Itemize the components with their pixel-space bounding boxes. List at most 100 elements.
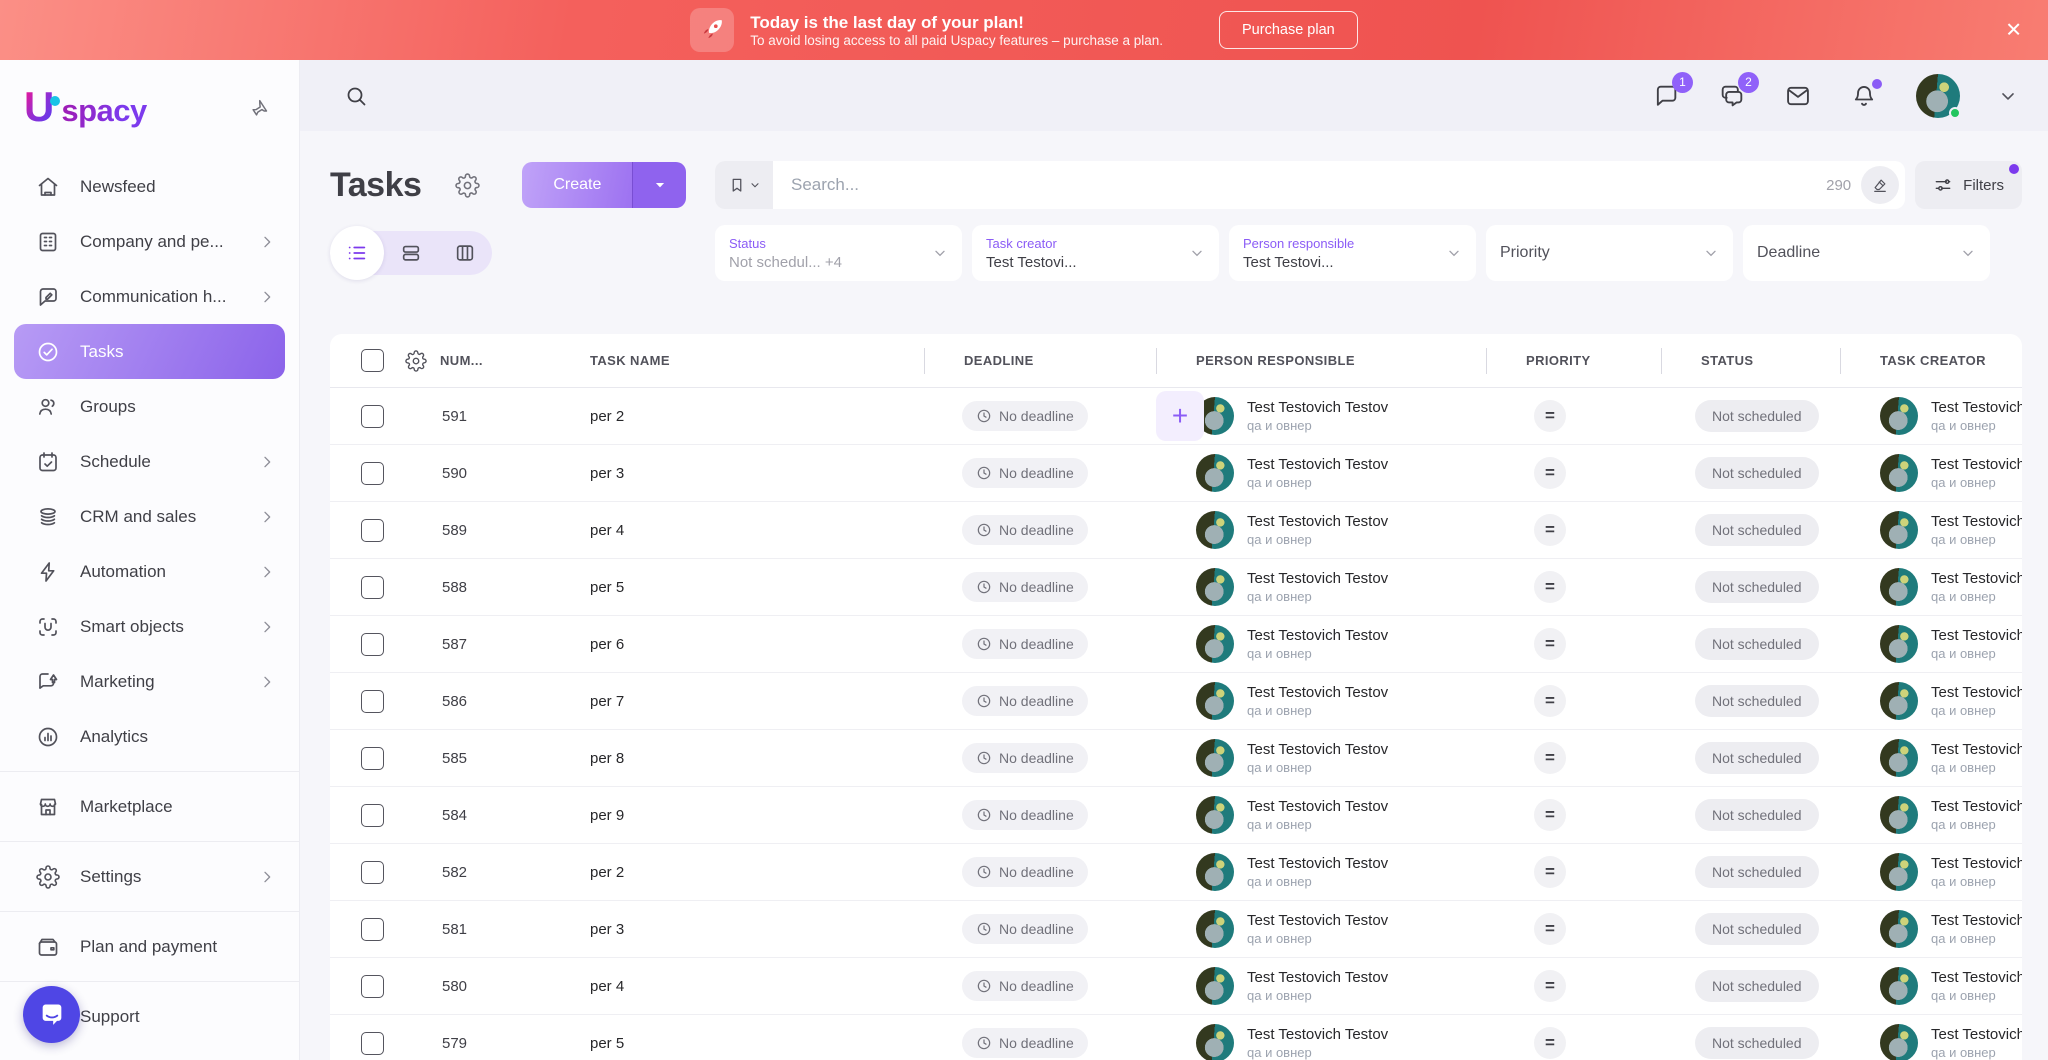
row-checkbox[interactable] xyxy=(361,519,384,542)
status-badge[interactable]: Not scheduled xyxy=(1695,856,1819,888)
table-row[interactable]: 581 per 3 No deadline Test Testovich Tes… xyxy=(330,901,2022,958)
sidebar-item-groups[interactable]: Groups xyxy=(14,379,285,434)
uspacy-logo[interactable]: U spacy xyxy=(24,86,147,129)
filter-chip-deadline[interactable]: Deadline xyxy=(1743,225,1990,281)
task-name[interactable]: per 2 xyxy=(568,864,924,881)
priority-equal-icon[interactable]: = xyxy=(1534,799,1566,831)
task-name[interactable]: per 9 xyxy=(568,807,924,824)
chat-icon[interactable]: 1 xyxy=(1652,82,1680,110)
status-badge[interactable]: Not scheduled xyxy=(1695,913,1819,945)
column-header-status[interactable]: STATUS xyxy=(1661,334,1840,387)
create-button-label[interactable]: Create xyxy=(522,162,632,208)
row-checkbox[interactable] xyxy=(361,918,384,941)
deadline-pill[interactable]: No deadline xyxy=(962,572,1088,602)
person-responsible-cell[interactable]: Test Testovich Testov qa и овнер xyxy=(1156,739,1486,777)
sidebar-item-crm[interactable]: CRM and sales xyxy=(14,489,285,544)
person-responsible-cell[interactable]: Test Testovich Testov qa и овнер xyxy=(1156,682,1486,720)
sidebar-item-tasks[interactable]: Tasks xyxy=(14,324,285,379)
priority-equal-icon[interactable]: = xyxy=(1534,856,1566,888)
search-icon[interactable] xyxy=(344,84,368,108)
person-responsible-cell[interactable]: Test Testovich Testov qa и овнер xyxy=(1156,397,1486,435)
quick-add-button[interactable]: + xyxy=(1156,391,1204,441)
status-badge[interactable]: Not scheduled xyxy=(1695,514,1819,546)
status-badge[interactable]: Not scheduled xyxy=(1695,628,1819,660)
status-badge[interactable]: Not scheduled xyxy=(1695,970,1819,1002)
column-header-num[interactable]: NUM... xyxy=(440,334,568,387)
table-row[interactable]: 580 per 4 No deadline Test Testovich Tes… xyxy=(330,958,2022,1015)
priority-equal-icon[interactable]: = xyxy=(1534,970,1566,1002)
sidebar-item-newsfeed[interactable]: Newsfeed xyxy=(14,159,285,214)
priority-equal-icon[interactable]: = xyxy=(1534,514,1566,546)
row-checkbox[interactable] xyxy=(361,633,384,656)
support-chat-widget[interactable] xyxy=(23,986,80,1043)
view-list-button[interactable] xyxy=(330,226,384,280)
avatar[interactable] xyxy=(1916,74,1960,118)
status-badge[interactable]: Not scheduled xyxy=(1695,742,1819,774)
person-responsible-cell[interactable]: Test Testovich Testov qa и овнер xyxy=(1156,796,1486,834)
status-badge[interactable]: Not scheduled xyxy=(1695,1027,1819,1059)
task-name[interactable]: per 3 xyxy=(568,921,924,938)
deadline-pill[interactable]: No deadline xyxy=(962,914,1088,944)
task-name[interactable]: per 4 xyxy=(568,522,924,539)
priority-equal-icon[interactable]: = xyxy=(1534,685,1566,717)
pin-sidebar-icon[interactable] xyxy=(250,97,271,118)
task-name[interactable]: per 2 xyxy=(568,408,924,425)
sidebar-item-analytics[interactable]: Analytics xyxy=(14,709,285,764)
deadline-pill[interactable]: No deadline xyxy=(962,971,1088,1001)
priority-equal-icon[interactable]: = xyxy=(1534,628,1566,660)
table-row[interactable]: 589 per 4 No deadline Test Testovich Tes… xyxy=(330,502,2022,559)
notifications-bell-icon[interactable] xyxy=(1850,82,1878,110)
task-name[interactable]: per 8 xyxy=(568,750,924,767)
sidebar-item-marketplace[interactable]: Marketplace xyxy=(14,779,285,834)
table-row[interactable]: 587 per 6 No deadline Test Testovich Tes… xyxy=(330,616,2022,673)
filters-button[interactable]: Filters xyxy=(1915,161,2022,209)
row-checkbox[interactable] xyxy=(361,576,384,599)
status-badge[interactable]: Not scheduled xyxy=(1695,571,1819,603)
table-row[interactable]: 586 per 7 No deadline Test Testovich Tes… xyxy=(330,673,2022,730)
purchase-plan-button[interactable]: Purchase plan xyxy=(1219,11,1358,49)
status-badge[interactable]: Not scheduled xyxy=(1695,400,1819,432)
person-responsible-cell[interactable]: Test Testovich Testov qa и овнер xyxy=(1156,454,1486,492)
sidebar-item-marketing[interactable]: Marketing xyxy=(14,654,285,709)
person-responsible-cell[interactable]: Test Testovich Testov qa и овнер xyxy=(1156,910,1486,948)
table-row[interactable]: 585 per 8 No deadline Test Testovich Tes… xyxy=(330,730,2022,787)
column-header-person-responsible[interactable]: PERSON RESPONSIBLE xyxy=(1156,334,1486,387)
sidebar-item-schedule[interactable]: Schedule xyxy=(14,434,285,489)
tasks-settings-gear-icon[interactable] xyxy=(455,173,480,198)
deadline-pill[interactable]: No deadline xyxy=(962,1028,1088,1058)
person-responsible-cell[interactable]: Test Testovich Testov qa и овнер xyxy=(1156,568,1486,606)
table-row[interactable]: 584 per 9 No deadline Test Testovich Tes… xyxy=(330,787,2022,844)
priority-equal-icon[interactable]: = xyxy=(1534,457,1566,489)
mail-icon[interactable] xyxy=(1784,82,1812,110)
create-button[interactable]: Create xyxy=(522,162,686,208)
filter-chip-task-creator[interactable]: Task creator Test Testovi... xyxy=(972,225,1219,281)
row-checkbox[interactable] xyxy=(361,1032,384,1055)
priority-equal-icon[interactable]: = xyxy=(1534,571,1566,603)
table-row[interactable]: 588 per 5 No deadline Test Testovich Tes… xyxy=(330,559,2022,616)
person-responsible-cell[interactable]: Test Testovich Testov qa и овнер xyxy=(1156,853,1486,891)
deadline-pill[interactable]: No deadline xyxy=(962,857,1088,887)
deadline-pill[interactable]: No deadline xyxy=(962,629,1088,659)
person-responsible-cell[interactable]: Test Testovich Testov qa и овнер xyxy=(1156,625,1486,663)
filter-chip-person-responsible[interactable]: Person responsible Test Testovi... xyxy=(1229,225,1476,281)
table-row[interactable]: 590 per 3 No deadline Test Testovich Tes… xyxy=(330,445,2022,502)
saved-filters-bookmark-button[interactable] xyxy=(715,161,773,209)
deadline-pill[interactable]: No deadline xyxy=(962,686,1088,716)
deadline-pill[interactable]: No deadline xyxy=(962,800,1088,830)
filter-chip-priority[interactable]: Priority xyxy=(1486,225,1733,281)
sidebar-item-company[interactable]: Company and pe... xyxy=(14,214,285,269)
row-checkbox[interactable] xyxy=(361,975,384,998)
deadline-pill[interactable]: No deadline xyxy=(962,458,1088,488)
column-header-deadline[interactable]: DEADLINE xyxy=(924,334,1156,387)
sidebar-item-settings[interactable]: Settings xyxy=(14,849,285,904)
deadline-pill[interactable]: No deadline xyxy=(962,515,1088,545)
status-badge[interactable]: Not scheduled xyxy=(1695,457,1819,489)
task-name[interactable]: per 5 xyxy=(568,579,924,596)
close-icon[interactable]: ✕ xyxy=(2005,18,2022,43)
table-settings-gear-icon[interactable] xyxy=(392,350,440,372)
sidebar-item-automation[interactable]: Automation xyxy=(14,544,285,599)
column-header-task-creator[interactable]: TASK CREATOR xyxy=(1840,334,2022,387)
priority-equal-icon[interactable]: = xyxy=(1534,742,1566,774)
row-checkbox[interactable] xyxy=(361,405,384,428)
filter-chip-status[interactable]: Status Not schedul... +4 xyxy=(715,225,962,281)
